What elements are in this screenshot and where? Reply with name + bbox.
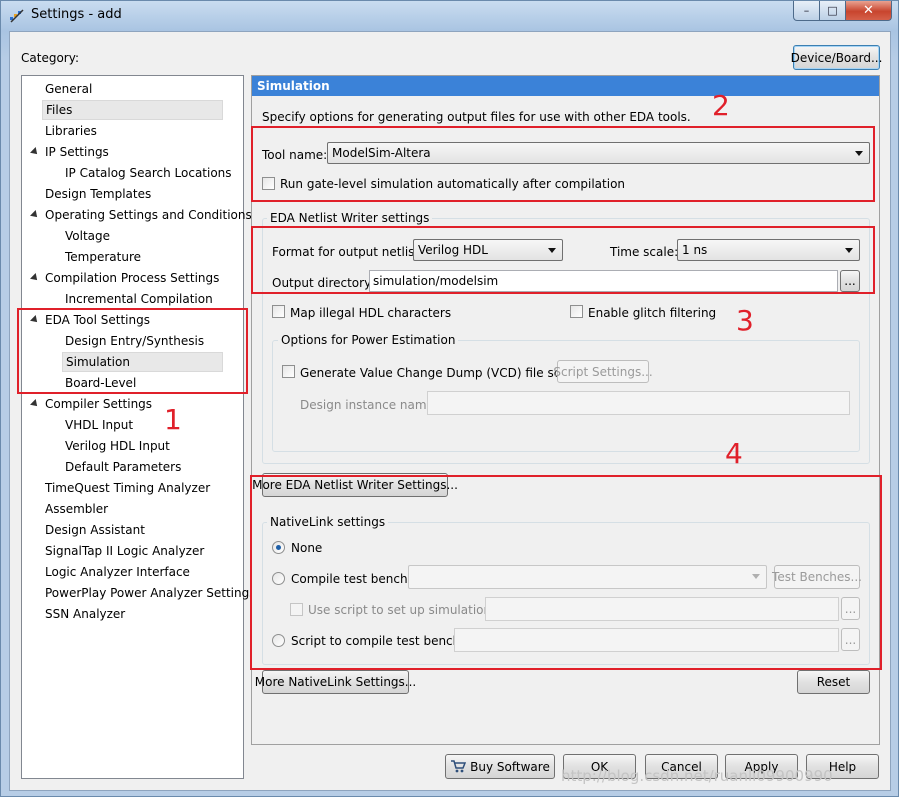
quartus-app-icon [10,9,24,23]
annotation-box-3 [251,226,875,294]
panel-title: Simulation [252,76,879,96]
tree-item[interactable]: PowerPlay Power Analyzer Settings [42,583,258,603]
tree-item[interactable]: Assembler [42,499,111,519]
annotation-box-2 [251,126,875,202]
buy-software-button[interactable]: Buy Software [445,754,555,779]
tree-item[interactable]: Voltage [62,226,113,246]
watermark-text: http://blog.csdn.net/ruanli09900990 [561,767,833,785]
tree-item[interactable]: Default Parameters [62,457,184,477]
annotation-box-1 [17,308,248,394]
annotation-number-2: 2 [712,89,730,122]
tree-item[interactable]: TimeQuest Timing Analyzer [42,478,213,498]
device-board-button[interactable]: Device/Board... [791,45,882,70]
tree-item[interactable]: Logic Analyzer Interface [42,562,193,582]
settings-window: Settings - add – □ ✕ Category: Device/Bo… [0,0,899,797]
expand-triangle-icon[interactable] [30,210,40,220]
design-instance-input[interactable] [427,391,850,415]
more-nativelink-settings-button[interactable]: More NativeLink Settings... [255,670,416,694]
expand-triangle-icon[interactable] [30,399,40,409]
vcd-label: Generate Value Change Dump (VCD) file sc… [300,366,581,380]
tree-item[interactable]: SignalTap II Logic Analyzer [42,541,207,561]
tree-item[interactable]: Compilation Process Settings [42,268,222,288]
tree-item[interactable]: IP Settings [42,142,112,162]
script-settings-button[interactable]: Script Settings... [553,360,653,383]
expand-triangle-icon[interactable] [30,147,40,157]
tree-item[interactable]: Libraries [42,121,100,141]
panel-description: Specify options for generating output fi… [262,110,691,124]
close-button[interactable]: ✕ [846,1,892,21]
annotation-number-3: 3 [736,304,754,337]
tree-item[interactable]: VHDL Input [62,415,136,435]
tree-item[interactable]: Compiler Settings [42,394,155,414]
power-estimation-group-title: Options for Power Estimation [278,333,459,347]
tree-item[interactable]: Verilog HDL Input [62,436,173,456]
expand-triangle-icon[interactable] [30,273,40,283]
maximize-button[interactable]: □ [820,1,846,21]
tree-item[interactable]: General [42,79,95,99]
title-bar[interactable]: Settings - add – □ ✕ [1,1,898,31]
category-tree[interactable]: General Files Libraries IP Settings IP Catal… [21,75,255,779]
category-label: Category: [21,51,79,65]
annotation-number-1: 1 [164,403,182,436]
glitch-checkbox[interactable] [570,305,583,318]
tree-item[interactable]: Operating Settings and Conditions [42,205,255,225]
annotation-box-4 [250,475,882,670]
annotation-number-4: 4 [725,437,743,470]
design-instance-label: Design instance name: [300,398,438,412]
window-title: Settings - add [31,7,122,22]
tree-item[interactable]: Design Assistant [42,520,148,540]
map-illegal-checkbox[interactable] [272,305,285,318]
tree-item[interactable]: Design Templates [42,184,154,204]
shopping-cart-icon [451,760,467,773]
tree-item[interactable]: Incremental Compilation [62,289,216,309]
minimize-button[interactable]: – [793,1,820,21]
buy-software-label: Buy Software [470,759,550,774]
glitch-label: Enable glitch filtering [588,306,717,320]
tree-item[interactable]: Files [42,100,223,120]
tree-item[interactable]: SSN Analyzer [42,604,128,624]
map-illegal-label: Map illegal HDL characters [290,306,452,320]
vcd-checkbox[interactable] [282,365,295,378]
reset-button[interactable]: Reset [797,670,870,694]
tree-item[interactable]: Temperature [62,247,144,267]
eda-netlist-group-title: EDA Netlist Writer settings [267,211,433,225]
tree-item[interactable]: IP Catalog Search Locations [62,163,235,183]
